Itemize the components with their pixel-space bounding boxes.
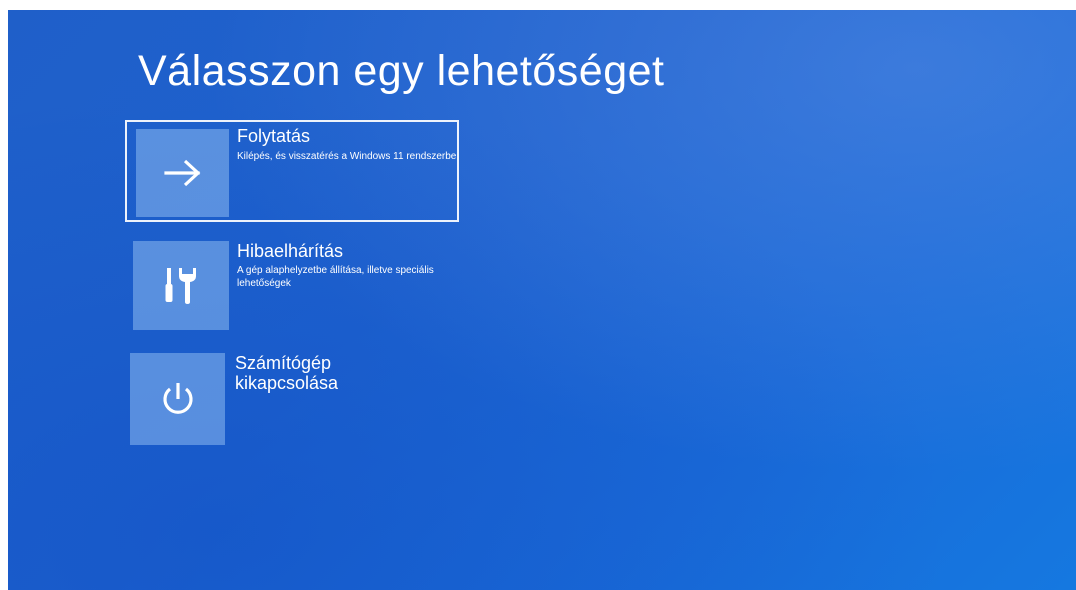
continue-option[interactable]: Folytatás Kilépés, és visszatérés a Wind… [125,120,459,222]
troubleshoot-tile[interactable] [133,241,229,330]
continue-tile[interactable] [136,129,229,217]
power-icon [158,379,198,419]
page-title: Válasszon egy lehetőséget [138,47,665,95]
shutdown-option[interactable]: Számítógép kikapcsolása [125,345,459,447]
tools-icon [159,264,203,308]
arrow-right-icon [163,158,203,188]
recovery-screen: Válasszon egy lehetőséget Folytatás Kilé… [8,10,1076,590]
shutdown-tile[interactable] [130,353,225,445]
troubleshoot-option[interactable]: Hibaelhárítás A gép alaphelyzetbe állítá… [125,234,459,336]
continue-label: Folytatás [237,126,311,146]
continue-description: Kilépés, és visszatérés a Windows 11 ren… [237,151,457,162]
troubleshoot-description: A gép alaphelyzetbe állítása, illetve sp… [237,265,434,289]
shutdown-label: Számítógép kikapcsolása [235,353,339,393]
troubleshoot-label: Hibaelhárítás [237,241,344,261]
